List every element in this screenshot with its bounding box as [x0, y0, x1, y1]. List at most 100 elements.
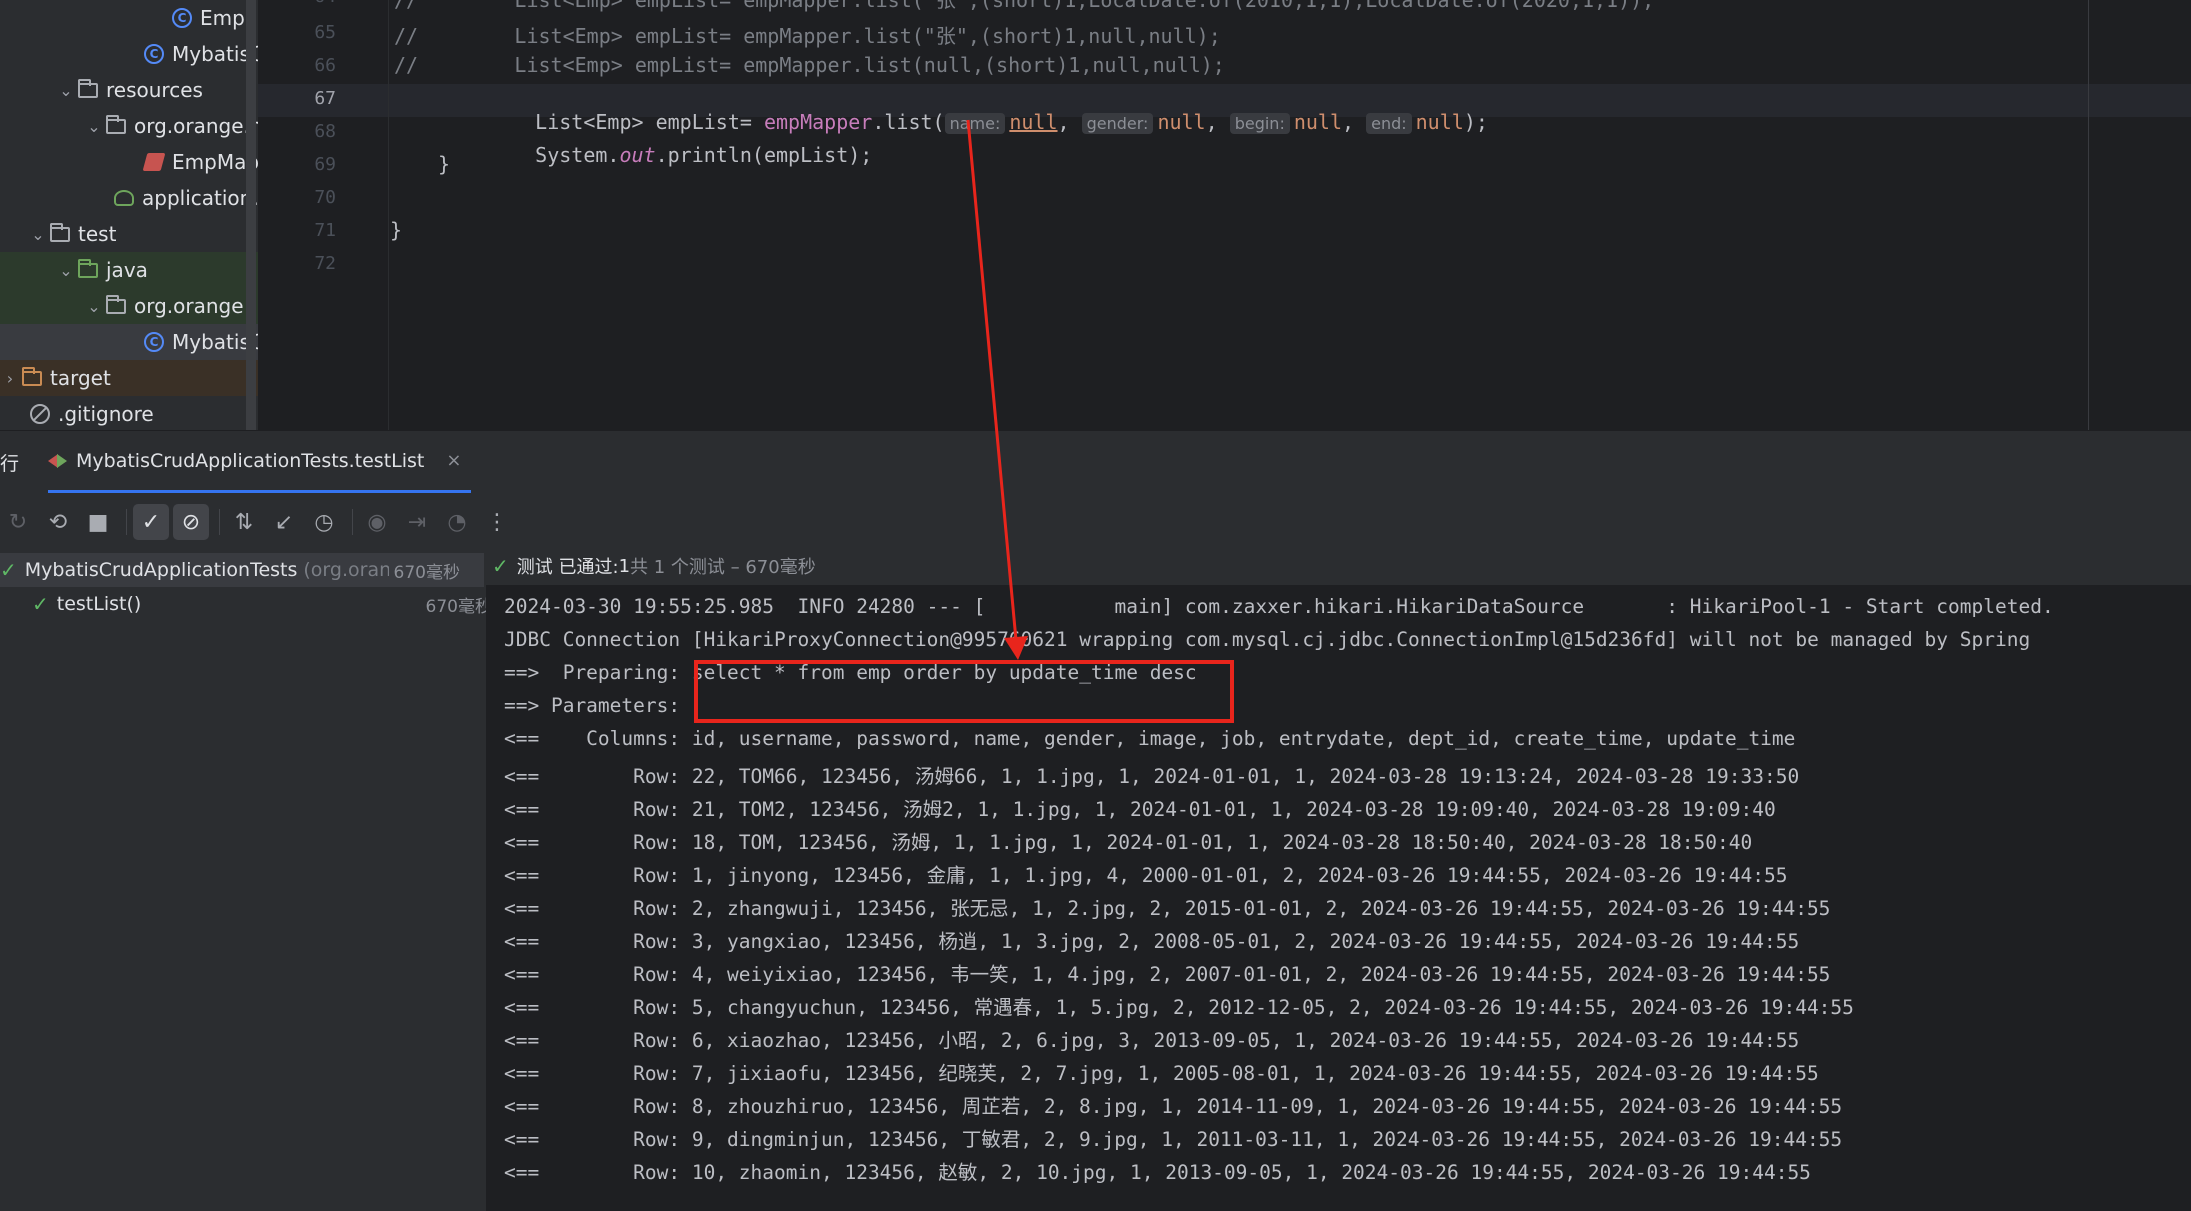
export-icon[interactable]: ⇥ [399, 504, 435, 540]
tree-item-test[interactable]: ⌄ test [0, 216, 258, 252]
line-number: 70 [314, 187, 336, 208]
run-panel: 行 MybatisCrudApplicationTests.testList ×… [0, 430, 2191, 1211]
test-suite-row[interactable]: ✓ MybatisCrudApplicationTests (org.oran … [0, 553, 484, 587]
test-tab-icon [48, 452, 67, 470]
tree-item-org-orange[interactable]: ⌄ org.orange [0, 288, 258, 324]
package-icon [104, 294, 128, 318]
tree-item-org-orange-mapper[interactable]: ⌄ org.orange.mapper [0, 108, 258, 144]
code-token-null: null [1009, 110, 1058, 134]
code-token: ); [1463, 110, 1488, 134]
class-icon: C [142, 42, 166, 66]
code-token-static: out [619, 143, 656, 167]
console-line: <== Row: 9, dingminjun, 123456, 丁敏君, 2, … [504, 1128, 1843, 1151]
folder-icon [48, 222, 72, 246]
run-toolbar: ↻ ⟲ ■ ✓ ⊘ ⇅ ↙ ◷ ◉ ⇥ ◔ ⋮ [0, 497, 2191, 547]
tree-item-mybatisc-test[interactable]: C MybatisC [0, 324, 258, 360]
console-line: <== Row: 6, xiaozhao, 123456, 小昭, 2, 6.j… [504, 1029, 1800, 1052]
code-token: , [1205, 110, 1218, 134]
tree-item-emp[interactable]: C Emp [0, 0, 258, 36]
param-hint-begin: begin: [1229, 113, 1290, 134]
camera-icon[interactable]: ◉ [359, 504, 395, 540]
test-duration: 670毫秒 [393, 562, 460, 583]
console-line: <== Row: 3, yangxiao, 123456, 杨逍, 1, 3.j… [504, 930, 1800, 953]
rerun-failed-icon[interactable]: ⟲ [40, 504, 76, 540]
chevron-down-icon[interactable]: ⌄ [84, 117, 104, 136]
properties-file-icon [112, 186, 136, 210]
more-icon[interactable]: ⋮ [479, 504, 515, 540]
import-icon[interactable]: ↙ [266, 504, 302, 540]
check-icon: ✓ [32, 592, 49, 616]
tree-item-gitignore[interactable]: .gitignore [0, 396, 258, 430]
folder-icon [76, 78, 100, 102]
code-token: .println(empList); [655, 143, 873, 167]
test-results-tree: ✓ MybatisCrudApplicationTests (org.oran … [0, 547, 492, 1211]
console-line: <== Row: 7, jixiaofu, 123456, 纪晓芙, 2, 7.… [504, 1062, 1819, 1085]
param-hint-gender: gender: [1081, 113, 1154, 134]
history-icon[interactable]: ◷ [306, 504, 342, 540]
stop-icon[interactable]: ■ [80, 504, 116, 540]
code-token: , [1342, 110, 1355, 134]
project-tree: C Emp C MybatisC ⌄ resources ⌄ org.orang… [0, 0, 258, 430]
line-number: 64 [288, 0, 336, 7]
code-line-71: } [390, 218, 403, 242]
console-line: <== Row: 8, zhouzhiruo, 123456, 周芷若, 2, … [504, 1095, 1843, 1118]
line-number: 72 [314, 253, 336, 274]
toolbar-separator [352, 509, 353, 535]
close-icon[interactable]: × [446, 450, 461, 471]
console-line: <== Row: 10, zhaomin, 123456, 赵敏, 2, 10.… [504, 1161, 1811, 1184]
show-passed-icon[interactable]: ✓ [133, 504, 169, 540]
code-token-null: null [1293, 110, 1343, 134]
tree-item-java[interactable]: ⌄ java [0, 252, 258, 288]
code-editor[interactable]: 64 65 66 67 68 69 70 71 72 // List<Emp> … [258, 0, 2191, 430]
console-line: ==> Parameters: [504, 694, 692, 717]
test-case-row[interactable]: ✓ testList() 670毫秒 [0, 587, 516, 621]
tree-item-label: resources [106, 78, 203, 102]
code-line-68: System.out.println(empList); [487, 119, 872, 191]
line-number: 65 [314, 22, 336, 43]
console-output[interactable]: ✓ 测试 已通过: 1 共 1 个测试 – 670毫秒 2024-03-30 1… [486, 547, 2191, 1211]
line-number: 67 [314, 88, 336, 109]
sort-icon[interactable]: ⇅ [226, 504, 262, 540]
chevron-right-icon[interactable]: › [0, 369, 20, 388]
gutter-separator [388, 0, 389, 430]
tree-item-label: test [78, 222, 117, 246]
check-icon: ✓ [0, 558, 17, 582]
code-token: System. [535, 143, 620, 167]
code-line: // List<Emp> empList= empMapper.list("张"… [394, 24, 1221, 48]
code-token: , [1057, 110, 1070, 134]
coverage-icon[interactable]: ◔ [439, 504, 475, 540]
test-suite-label: MybatisCrudApplicationTests [24, 559, 298, 581]
xml-file-icon [142, 150, 166, 174]
tree-item-label: application.p [142, 186, 258, 210]
status-detail: 共 1 个测试 – 670毫秒 [630, 557, 816, 578]
tree-item-mybatisc-main[interactable]: C MybatisC [0, 36, 258, 72]
console-line: <== Row: 18, TOM, 123456, 汤姆, 1, 1.jpg, … [504, 831, 1753, 854]
test-duration: 670毫秒 [425, 596, 492, 617]
code-line: // List<Emp> empList= empMapper.list("张"… [394, 0, 1655, 12]
run-tab[interactable]: MybatisCrudApplicationTests.testList × [48, 431, 472, 493]
chevron-down-icon[interactable]: ⌄ [56, 81, 76, 100]
tree-item-resources[interactable]: ⌄ resources [0, 72, 258, 108]
tree-item-target[interactable]: › target [0, 360, 258, 396]
chevron-down-icon[interactable]: ⌄ [84, 297, 104, 316]
console-line: <== Row: 5, changyuchun, 123456, 常遇春, 1,… [504, 996, 1854, 1019]
run-tool-label[interactable]: 行 [0, 449, 19, 476]
console-line: <== Columns: id, username, password, nam… [504, 727, 1796, 750]
chevron-down-icon[interactable]: ⌄ [56, 261, 76, 280]
console-line: <== Row: 1, jinyong, 123456, 金庸, 1, 1.jp… [504, 864, 1788, 887]
tree-item-label: target [50, 366, 111, 390]
test-status-bar: ✓ 测试 已通过: 1 共 1 个测试 – 670毫秒 [486, 547, 2191, 585]
tree-scrollbar[interactable] [246, 0, 256, 430]
highlight-box [694, 660, 1234, 723]
param-hint-end: end: [1366, 113, 1412, 134]
console-line: <== Row: 4, weiyixiao, 123456, 韦一笑, 1, 4… [504, 963, 1831, 986]
class-icon: C [170, 6, 194, 30]
show-ignored-icon[interactable]: ⊘ [173, 504, 209, 540]
tree-item-application-properties[interactable]: application.p [0, 180, 258, 216]
rerun-icon[interactable]: ↻ [0, 504, 36, 540]
run-tab-label: MybatisCrudApplicationTests.testList [76, 449, 425, 472]
tree-item-empmapper-xml[interactable]: EmpMapp [0, 144, 258, 180]
chevron-down-icon[interactable]: ⌄ [28, 225, 48, 244]
code-token-null: null [1415, 110, 1464, 134]
status-passed-label: 测试 已通过: [516, 557, 619, 578]
